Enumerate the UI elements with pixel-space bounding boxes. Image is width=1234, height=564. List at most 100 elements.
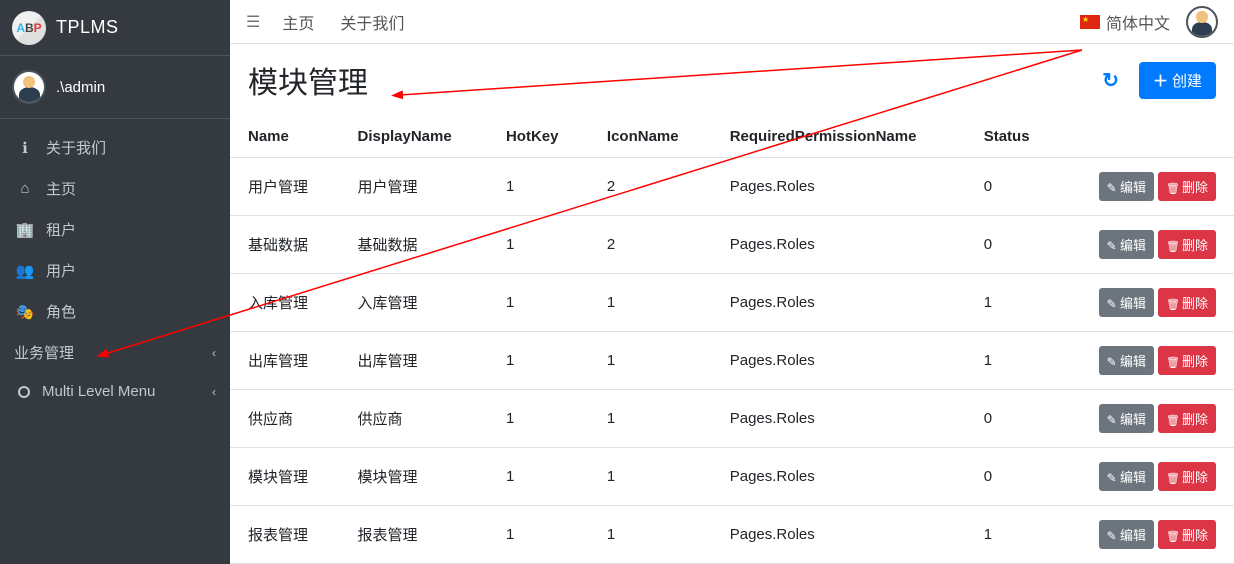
flag-china-icon (1080, 15, 1100, 29)
chevron-left-icon: ‹ (212, 385, 216, 399)
sidebar-item-roles[interactable]: 🎭角色 (0, 291, 230, 332)
table-header: Name (230, 116, 339, 158)
sidebar-item-home[interactable]: ⌂ 主页 (0, 168, 230, 209)
user-name: .\admin (56, 79, 105, 96)
table-cell: 报表管理 (230, 506, 339, 564)
sidebar-item-users[interactable]: 👥 用户 (0, 250, 230, 291)
edit-button[interactable]: 编辑 (1099, 288, 1154, 317)
circle-icon (18, 386, 30, 398)
sidebar-item-label: 业务管理 (14, 342, 74, 363)
page-header: 模块管理 ↻ ＋创建 (230, 44, 1234, 116)
sidebar-item-label: 用户 (46, 260, 76, 281)
table-cell: 1 (589, 274, 712, 332)
delete-button[interactable]: 删除 (1158, 346, 1216, 375)
create-button[interactable]: ＋创建 (1139, 62, 1216, 99)
table-cell: 入库管理 (230, 274, 339, 332)
table-cell: 供应商 (339, 390, 487, 448)
table-cell: 用户管理 (339, 158, 487, 216)
sidebar-item-about[interactable]: ℹ 关于我们 (0, 127, 230, 168)
table-row: 报表管理报表管理11Pages.Roles1编辑删除 (230, 506, 1234, 564)
table-cell: 入库管理 (339, 274, 487, 332)
user-avatar-icon[interactable] (1186, 6, 1218, 38)
table-cell: 1 (589, 332, 712, 390)
sidebar-item-label: 租户 (46, 219, 76, 240)
sidebar-item-label: 主页 (46, 178, 76, 199)
table-cell: Pages.Roles (712, 506, 966, 564)
table-cell: 供应商 (230, 390, 339, 448)
table-row: 基础数据基础数据12Pages.Roles0编辑删除 (230, 216, 1234, 274)
table-cell-actions: 编辑删除 (1059, 216, 1234, 274)
edit-button[interactable]: 编辑 (1099, 346, 1154, 375)
table-cell: Pages.Roles (712, 158, 966, 216)
table-cell: 1 (488, 390, 589, 448)
edit-button[interactable]: 编辑 (1099, 172, 1154, 201)
table-row: 入库管理入库管理11Pages.Roles1编辑删除 (230, 274, 1234, 332)
topbar-link-about[interactable]: 关于我们 (340, 10, 404, 34)
sidebar-nav: ℹ关于我们 ⌂主页 🏢租户 👥用户 🎭角色 业务管理‹ Multi Level … (0, 119, 230, 418)
building-icon: 🏢 (14, 221, 36, 239)
delete-button[interactable]: 删除 (1158, 520, 1216, 549)
brand-logo-icon: ABP (12, 11, 46, 45)
users-icon: 👥 (14, 262, 36, 280)
user-panel[interactable]: .\admin (0, 56, 230, 119)
topbar: ☰ 主页 关于我们 简体中文 (230, 0, 1234, 44)
delete-button[interactable]: 删除 (1158, 404, 1216, 433)
table-header: RequiredPermissionName (712, 116, 966, 158)
sidebar-item-label: 关于我们 (46, 137, 106, 158)
home-icon: ⌂ (14, 180, 36, 197)
menu-toggle-icon[interactable]: ☰ (246, 12, 260, 32)
table-cell: 1 (488, 448, 589, 506)
table-cell: 出库管理 (230, 332, 339, 390)
info-icon: ℹ (14, 139, 36, 157)
table-cell: Pages.Roles (712, 216, 966, 274)
topbar-link-home[interactable]: 主页 (282, 10, 314, 34)
table-cell: 1 (589, 390, 712, 448)
edit-button[interactable]: 编辑 (1099, 404, 1154, 433)
table-header: HotKey (488, 116, 589, 158)
sidebar-item-multilevel[interactable]: Multi Level Menu‹ (0, 373, 230, 410)
brand-name: TPLMS (56, 17, 119, 38)
language-label: 简体中文 (1106, 10, 1170, 34)
edit-button[interactable]: 编辑 (1099, 462, 1154, 491)
table-cell: Pages.Roles (712, 390, 966, 448)
sidebar-item-business[interactable]: 业务管理‹ (0, 332, 230, 373)
table-cell: Pages.Roles (712, 274, 966, 332)
delete-button[interactable]: 删除 (1158, 230, 1216, 259)
delete-button[interactable]: 删除 (1158, 288, 1216, 317)
table-cell: 1 (589, 506, 712, 564)
table-cell: Pages.Roles (712, 332, 966, 390)
table-cell: 报表管理 (339, 506, 487, 564)
refresh-button[interactable]: ↻ (1102, 68, 1119, 93)
table-cell: 1 (488, 158, 589, 216)
table-header: IconName (589, 116, 712, 158)
edit-button[interactable]: 编辑 (1099, 230, 1154, 259)
table-cell: 基础数据 (230, 216, 339, 274)
modules-table: NameDisplayNameHotKeyIconNameRequiredPer… (230, 116, 1234, 564)
sidebar-item-tenants[interactable]: 🏢 租户 (0, 209, 230, 250)
edit-button[interactable]: 编辑 (1099, 520, 1154, 549)
table-cell: 用户管理 (230, 158, 339, 216)
language-selector[interactable]: 简体中文 (1080, 10, 1170, 34)
plus-icon: ＋ (1153, 70, 1168, 91)
table-row: 供应商供应商11Pages.Roles0编辑删除 (230, 390, 1234, 448)
table-cell: 1 (488, 274, 589, 332)
main-content: ☰ 主页 关于我们 简体中文 模块管理 ↻ ＋创建 NameDisplayNam… (230, 0, 1234, 564)
table-cell: 出库管理 (339, 332, 487, 390)
create-button-label: 创建 (1172, 70, 1202, 91)
table-cell-actions: 编辑删除 (1059, 158, 1234, 216)
table-cell-actions: 编辑删除 (1059, 506, 1234, 564)
masks-icon: 🎭 (14, 303, 36, 321)
table-cell: 0 (966, 216, 1059, 274)
table-cell: 1 (966, 274, 1059, 332)
delete-button[interactable]: 删除 (1158, 462, 1216, 491)
table-cell: 1 (488, 332, 589, 390)
table-cell: 模块管理 (339, 448, 487, 506)
table-row: 出库管理出库管理11Pages.Roles1编辑删除 (230, 332, 1234, 390)
table-cell: 1 (589, 448, 712, 506)
table-header: Status (966, 116, 1059, 158)
brand[interactable]: ABP TPLMS (0, 0, 230, 56)
table-header: DisplayName (339, 116, 487, 158)
table-cell: 0 (966, 390, 1059, 448)
delete-button[interactable]: 删除 (1158, 172, 1216, 201)
sidebar: ABP TPLMS .\admin ℹ关于我们 ⌂主页 🏢租户 👥用户 🎭角色 … (0, 0, 230, 564)
